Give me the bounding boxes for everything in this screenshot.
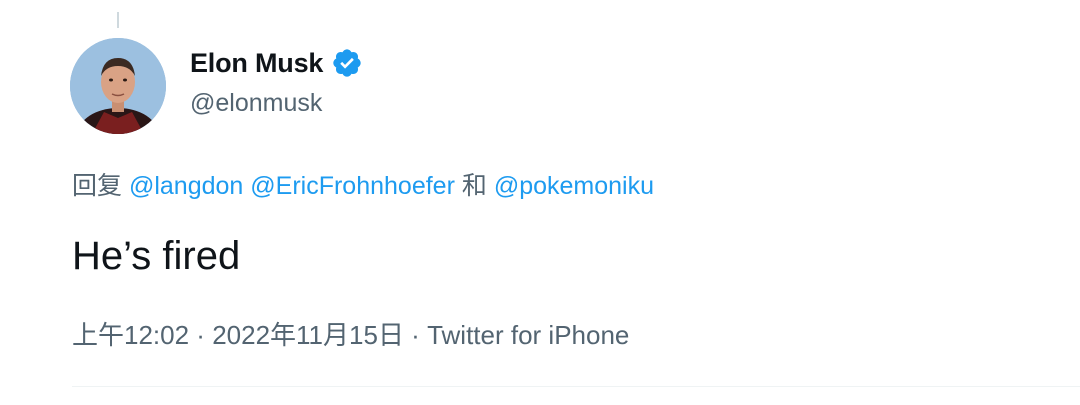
mention-link-ericfrohnhoefer[interactable]: @EricFrohnhoefer — [250, 172, 455, 200]
verified-badge-icon — [331, 47, 363, 79]
meta-separator: · — [403, 320, 428, 350]
thread-connector-line — [117, 12, 119, 28]
avatar-image — [70, 38, 166, 134]
tweet-text: He’s fired — [72, 234, 241, 278]
replying-to-label: 回复 — [72, 172, 129, 200]
meta-separator: · — [189, 320, 213, 350]
replying-to-line: 回复 @langdon @EricFrohnhoefer 和 @pokemoni… — [72, 170, 654, 202]
tweet-detail: Elon Musk @elonmusk 回复 @langdon @EricFro… — [0, 0, 1080, 405]
avatar[interactable] — [70, 38, 166, 134]
mention-link-pokemoniku[interactable]: @pokemoniku — [494, 172, 654, 200]
mention-conjunction: 和 — [454, 172, 494, 200]
tweet-time[interactable]: 上午12:02 — [72, 320, 189, 350]
author-name-row[interactable]: Elon Musk — [190, 46, 363, 80]
author-display-name[interactable]: Elon Musk — [190, 46, 323, 80]
tweet-date[interactable]: 2022年11月15日 — [212, 320, 404, 350]
tweet-metadata: 上午12:02 · 2022年11月15日 · Twitter for iPho… — [72, 318, 629, 352]
author-handle[interactable]: @elonmusk — [190, 88, 322, 118]
mention-link-langdon[interactable]: @langdon — [129, 172, 243, 200]
tweet-source-link[interactable]: Twitter for iPhone — [427, 320, 629, 350]
divider — [72, 386, 1080, 387]
